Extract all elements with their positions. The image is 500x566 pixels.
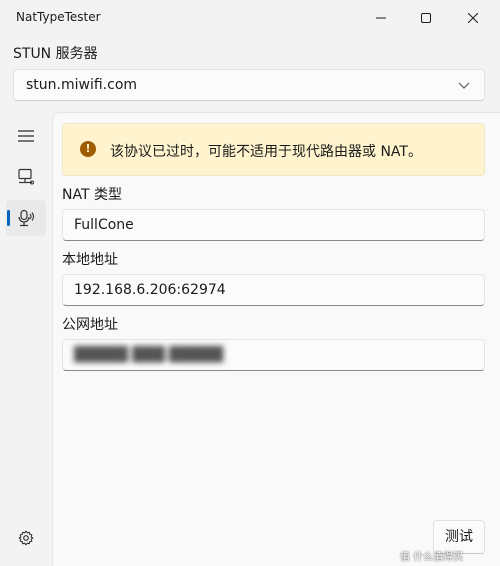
gear-icon — [18, 530, 34, 546]
chevron-down-icon — [458, 82, 470, 89]
network-icon — [18, 168, 35, 185]
stun-server-value: stun.miwifi.com — [26, 77, 138, 93]
public-address-label: 公网地址 — [62, 317, 118, 333]
nat-type-field[interactable]: FullCone — [62, 209, 485, 241]
public-address-value-redacted: █████ ███:█████ — [74, 347, 224, 363]
nav-item-nat-test[interactable] — [6, 200, 46, 236]
close-icon — [468, 13, 478, 23]
minimize-button[interactable] — [358, 0, 404, 36]
microphone-test-icon — [18, 209, 35, 227]
navigation-pane — [0, 112, 52, 566]
stun-server-combobox[interactable]: stun.miwifi.com — [13, 69, 485, 101]
nat-type-value: FullCone — [74, 217, 134, 233]
title-bar: NatTypeTester — [0, 0, 500, 36]
warning-icon: ! — [80, 141, 96, 157]
local-address-value: 192.168.6.206:62974 — [74, 282, 226, 298]
nav-item-rfc3489[interactable] — [6, 159, 46, 195]
nav-selection-indicator — [7, 210, 10, 226]
minimize-icon — [376, 17, 386, 19]
hamburger-menu-icon — [18, 130, 34, 142]
nav-settings-button[interactable] — [6, 520, 46, 556]
close-button[interactable] — [450, 0, 496, 36]
app-title: NatTypeTester — [16, 10, 101, 24]
watermark: 值 什么值得买 — [400, 552, 464, 563]
warning-message: 该协议已过时，可能不适用于现代路由器或 NAT。 — [110, 144, 422, 160]
deprecation-warning-infobar: ! 该协议已过时，可能不适用于现代路由器或 NAT。 — [62, 123, 485, 176]
nav-menu-toggle-button[interactable] — [6, 118, 46, 154]
local-address-field[interactable]: 192.168.6.206:62974 — [62, 274, 485, 306]
public-address-field[interactable]: █████ ███:█████ — [62, 339, 485, 371]
stun-server-label: STUN 服务器 — [13, 46, 98, 62]
maximize-icon — [421, 13, 431, 23]
maximize-button[interactable] — [403, 0, 449, 36]
nat-type-label: NAT 类型 — [62, 187, 122, 203]
local-address-label: 本地地址 — [62, 252, 118, 268]
